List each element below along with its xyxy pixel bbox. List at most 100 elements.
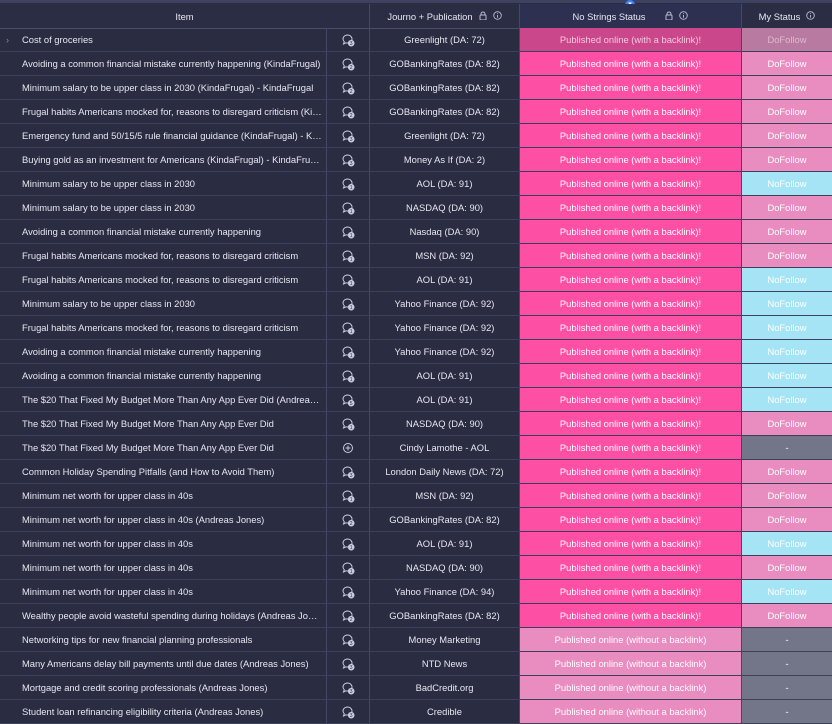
comments-cell[interactable]: 3 bbox=[327, 700, 370, 723]
my-status-cell[interactable]: NoFollow bbox=[742, 292, 832, 315]
comment-count-icon[interactable]: 1 bbox=[341, 273, 355, 287]
item-cell[interactable]: Minimum salary to be upper class in 2030 bbox=[0, 172, 327, 195]
ns-status-cell[interactable]: Published online (with a backlink)! bbox=[520, 28, 742, 51]
item-cell[interactable]: Minimum salary to be upper class in 2030… bbox=[0, 76, 327, 99]
my-status-cell[interactable]: - bbox=[742, 436, 832, 459]
comment-count-icon[interactable]: 1 bbox=[341, 489, 355, 503]
ns-status-cell[interactable]: Published online (with a backlink)! bbox=[520, 388, 742, 411]
journo-cell[interactable]: Money As If (DA: 2) bbox=[370, 148, 520, 171]
my-status-cell[interactable]: NoFollow bbox=[742, 340, 832, 363]
comment-count-icon[interactable]: 1 bbox=[341, 345, 355, 359]
table-row[interactable]: Frugal habits Americans mocked for, reas… bbox=[0, 244, 832, 268]
comments-cell[interactable]: 1 bbox=[327, 316, 370, 339]
ns-status-cell[interactable]: Published online (with a backlink)! bbox=[520, 268, 742, 291]
ns-status-cell[interactable]: Published online (with a backlink)! bbox=[520, 580, 742, 603]
table-row[interactable]: Mortgage and credit scoring professional… bbox=[0, 676, 832, 700]
ns-status-cell[interactable]: Published online (with a backlink)! bbox=[520, 52, 742, 75]
table-row[interactable]: Minimum salary to be upper class in 2030… bbox=[0, 292, 832, 316]
journo-cell[interactable]: AOL (DA: 91) bbox=[370, 268, 520, 291]
item-cell[interactable]: Frugal habits Americans mocked for, reas… bbox=[0, 244, 327, 267]
ns-status-cell[interactable]: Published online (without a backlink) bbox=[520, 700, 742, 723]
column-header-journo[interactable]: Journo + Publication bbox=[370, 4, 520, 28]
journo-cell[interactable]: BadCredit.org bbox=[370, 676, 520, 699]
ns-status-cell[interactable]: Published online (with a backlink)! bbox=[520, 316, 742, 339]
ns-status-cell[interactable]: Published online (with a backlink)! bbox=[520, 556, 742, 579]
my-status-cell[interactable]: NoFollow bbox=[742, 316, 832, 339]
my-status-cell[interactable]: DoFollow bbox=[742, 124, 832, 147]
ns-status-cell[interactable]: Published online (with a backlink)! bbox=[520, 508, 742, 531]
comment-count-icon[interactable]: 3 bbox=[341, 705, 355, 719]
item-cell[interactable]: The $20 That Fixed My Budget More Than A… bbox=[0, 436, 327, 459]
comments-cell[interactable]: 5 bbox=[327, 388, 370, 411]
ns-status-cell[interactable]: Published online (with a backlink)! bbox=[520, 532, 742, 555]
journo-cell[interactable]: GOBankingRates (DA: 82) bbox=[370, 76, 520, 99]
comment-count-icon[interactable]: 3 bbox=[341, 33, 355, 47]
chevron-right-icon[interactable]: › bbox=[6, 35, 9, 45]
comments-cell[interactable]: 2 bbox=[327, 76, 370, 99]
table-row[interactable]: Frugal habits Americans mocked for, reas… bbox=[0, 100, 832, 124]
comment-count-icon[interactable]: 3 bbox=[341, 465, 355, 479]
comments-cell[interactable]: 1 bbox=[327, 556, 370, 579]
item-cell[interactable]: Emergency fund and 50/15/5 rule financia… bbox=[0, 124, 327, 147]
table-row[interactable]: Frugal habits Americans mocked for, reas… bbox=[0, 268, 832, 292]
item-cell[interactable]: Many Americans delay bill payments until… bbox=[0, 652, 327, 675]
table-row[interactable]: Many Americans delay bill payments until… bbox=[0, 652, 832, 676]
table-row[interactable]: Common Holiday Spending Pitfalls (and Ho… bbox=[0, 460, 832, 484]
comments-cell[interactable]: 1 bbox=[327, 364, 370, 387]
my-status-cell[interactable]: DoFollow bbox=[742, 76, 832, 99]
comment-count-icon[interactable]: 2 bbox=[341, 105, 355, 119]
my-status-cell[interactable]: NoFollow bbox=[742, 388, 832, 411]
journo-cell[interactable]: Credible bbox=[370, 700, 520, 723]
info-icon[interactable] bbox=[806, 10, 816, 22]
journo-cell[interactable]: AOL (DA: 91) bbox=[370, 532, 520, 555]
ns-status-cell[interactable]: Published online (with a backlink)! bbox=[520, 460, 742, 483]
comments-cell[interactable]: 2 bbox=[327, 100, 370, 123]
journo-cell[interactable]: Nasdaq (DA: 90) bbox=[370, 220, 520, 243]
table-row[interactable]: Minimum net worth for upper class in 40s… bbox=[0, 484, 832, 508]
item-cell[interactable]: › Cost of groceries bbox=[0, 28, 327, 51]
item-cell[interactable]: Common Holiday Spending Pitfalls (and Ho… bbox=[0, 460, 327, 483]
ns-status-cell[interactable]: Published online (with a backlink)! bbox=[520, 412, 742, 435]
ns-status-cell[interactable]: Published online (with a backlink)! bbox=[520, 364, 742, 387]
table-row[interactable]: Minimum net worth for upper class in 40s… bbox=[0, 532, 832, 556]
ns-status-cell[interactable]: Published online (with a backlink)! bbox=[520, 100, 742, 123]
journo-cell[interactable]: Cindy Lamothe - AOL bbox=[370, 436, 520, 459]
comment-count-icon[interactable]: 3 bbox=[341, 129, 355, 143]
item-cell[interactable]: Frugal habits Americans mocked for, reas… bbox=[0, 100, 327, 123]
info-icon[interactable] bbox=[679, 10, 689, 22]
my-status-cell[interactable]: NoFollow bbox=[742, 580, 832, 603]
ns-status-cell[interactable]: Published online (with a backlink)! bbox=[520, 172, 742, 195]
comments-cell[interactable]: 3 bbox=[327, 460, 370, 483]
journo-cell[interactable]: London Daily News (DA: 72) bbox=[370, 460, 520, 483]
table-row[interactable]: The $20 That Fixed My Budget More Than A… bbox=[0, 412, 832, 436]
ns-status-cell[interactable]: Published online (with a backlink)! bbox=[520, 436, 742, 459]
comment-count-icon[interactable]: 1 bbox=[341, 249, 355, 263]
info-icon[interactable] bbox=[492, 10, 502, 22]
my-status-cell[interactable]: DoFollow bbox=[742, 484, 832, 507]
item-cell[interactable]: Minimum salary to be upper class in 2030 bbox=[0, 292, 327, 315]
ns-status-cell[interactable]: Published online (with a backlink)! bbox=[520, 220, 742, 243]
table-row[interactable]: Avoiding a common financial mistake curr… bbox=[0, 364, 832, 388]
comment-count-icon[interactable]: 2 bbox=[341, 81, 355, 95]
journo-cell[interactable]: AOL (DA: 91) bbox=[370, 388, 520, 411]
ns-status-cell[interactable]: Published online (with a backlink)! bbox=[520, 196, 742, 219]
my-status-cell[interactable]: DoFollow bbox=[742, 508, 832, 531]
my-status-cell[interactable]: DoFollow bbox=[742, 148, 832, 171]
comments-cell[interactable]: 3 bbox=[327, 652, 370, 675]
journo-cell[interactable]: GOBankingRates (DA: 82) bbox=[370, 100, 520, 123]
table-row[interactable]: Minimum salary to be upper class in 2030… bbox=[0, 172, 832, 196]
item-cell[interactable]: Student loan refinancing eligibility cri… bbox=[0, 700, 327, 723]
table-row[interactable]: Avoiding a common financial mistake curr… bbox=[0, 220, 832, 244]
item-cell[interactable]: Wealthy people avoid wasteful spending d… bbox=[0, 604, 327, 627]
comment-count-icon[interactable]: 2 bbox=[341, 609, 355, 623]
comments-cell[interactable]: 3 bbox=[327, 124, 370, 147]
my-status-cell[interactable]: NoFollow bbox=[742, 532, 832, 555]
comment-count-icon[interactable]: 1 bbox=[341, 369, 355, 383]
comment-count-icon[interactable]: 1 bbox=[341, 201, 355, 215]
journo-cell[interactable]: GOBankingRates (DA: 82) bbox=[370, 52, 520, 75]
table-row[interactable]: Buying gold as an investment for America… bbox=[0, 148, 832, 172]
journo-cell[interactable]: NASDAQ (DA: 90) bbox=[370, 412, 520, 435]
table-row[interactable]: Emergency fund and 50/15/5 rule financia… bbox=[0, 124, 832, 148]
comments-cell[interactable]: 1 bbox=[327, 220, 370, 243]
table-row[interactable]: Networking tips for new financial planni… bbox=[0, 628, 832, 652]
